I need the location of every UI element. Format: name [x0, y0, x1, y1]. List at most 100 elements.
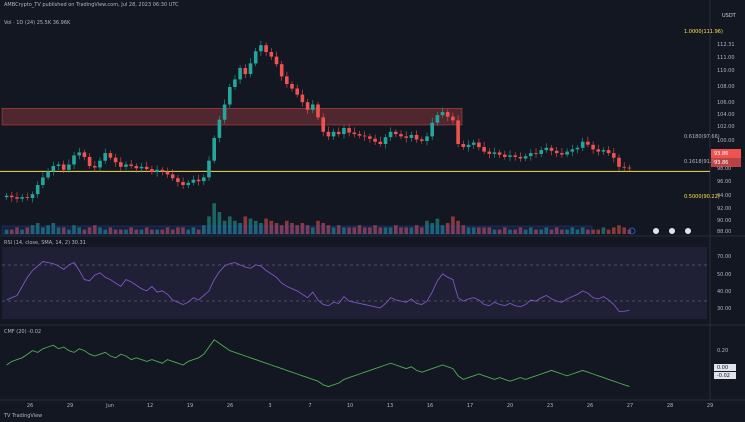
candle[interactable] — [451, 116, 455, 121]
candle[interactable] — [388, 131, 393, 138]
event-marker-icon[interactable] — [653, 228, 659, 234]
candle[interactable] — [456, 120, 460, 144]
candle[interactable] — [228, 87, 232, 105]
candle[interactable] — [124, 164, 128, 167]
candle[interactable] — [601, 150, 606, 152]
candle[interactable] — [295, 88, 299, 95]
candle[interactable] — [67, 164, 71, 170]
event-marker-icon[interactable] — [669, 228, 675, 234]
candle[interactable] — [51, 166, 56, 172]
candle[interactable] — [30, 194, 35, 198]
candle[interactable] — [362, 135, 367, 137]
candle[interactable] — [627, 167, 632, 169]
candle[interactable] — [87, 156, 92, 166]
trading-chart[interactable]: AMBCrypto_TV published on TradingView.co… — [0, 0, 745, 422]
candle[interactable] — [144, 166, 149, 170]
candle[interactable] — [378, 141, 383, 144]
candle[interactable] — [544, 147, 549, 151]
candle[interactable] — [202, 177, 206, 182]
candle[interactable] — [352, 132, 357, 135]
candle[interactable] — [160, 169, 165, 172]
candle[interactable] — [399, 134, 403, 137]
candle[interactable] — [165, 171, 170, 175]
candle[interactable] — [503, 154, 507, 157]
candle[interactable] — [617, 157, 621, 167]
candle[interactable] — [508, 155, 512, 157]
candle[interactable] — [35, 185, 40, 195]
candle[interactable] — [77, 152, 81, 156]
candle[interactable] — [331, 131, 336, 137]
candle[interactable] — [513, 155, 517, 157]
candle[interactable] — [181, 182, 185, 185]
candle[interactable] — [394, 131, 398, 135]
candle[interactable] — [46, 171, 50, 178]
candle[interactable] — [326, 131, 331, 137]
candle[interactable] — [134, 166, 139, 169]
candle[interactable] — [482, 147, 486, 152]
candle[interactable] — [466, 144, 471, 148]
candle[interactable] — [253, 51, 258, 64]
candle[interactable] — [440, 112, 445, 116]
candle[interactable] — [233, 79, 237, 87]
candle[interactable] — [269, 52, 274, 57]
candle[interactable] — [10, 195, 14, 198]
candle[interactable] — [259, 45, 263, 52]
candle[interactable] — [264, 45, 268, 52]
candle[interactable] — [580, 141, 585, 148]
candle[interactable] — [554, 150, 559, 154]
candle[interactable] — [207, 160, 211, 178]
candle[interactable] — [139, 166, 144, 169]
candle[interactable] — [15, 197, 19, 199]
candle[interactable] — [103, 153, 107, 161]
candle[interactable] — [279, 64, 284, 77]
candle[interactable] — [575, 147, 580, 150]
candle[interactable] — [238, 68, 242, 80]
event-marker-icon[interactable] — [685, 228, 691, 234]
candle[interactable] — [20, 197, 24, 199]
candle[interactable] — [222, 104, 227, 120]
candle[interactable] — [321, 117, 325, 132]
candle[interactable] — [82, 152, 87, 157]
candle[interactable] — [72, 155, 76, 165]
candle[interactable] — [539, 150, 543, 154]
candle[interactable] — [316, 104, 320, 118]
candle[interactable] — [622, 166, 626, 168]
candle[interactable] — [404, 136, 408, 138]
candle[interactable] — [243, 68, 248, 75]
candle[interactable] — [170, 174, 175, 179]
candle[interactable] — [383, 137, 388, 144]
candle[interactable] — [191, 179, 196, 183]
candle[interactable] — [606, 150, 611, 154]
candle[interactable] — [25, 197, 30, 198]
candle[interactable] — [98, 160, 102, 168]
candle[interactable] — [461, 144, 466, 147]
candle[interactable] — [56, 164, 61, 167]
candle[interactable] — [518, 156, 523, 159]
candle[interactable] — [492, 152, 497, 154]
candle[interactable] — [113, 157, 118, 163]
candle[interactable] — [285, 76, 289, 84]
candle[interactable] — [155, 169, 159, 173]
candle[interactable] — [409, 134, 414, 138]
candle[interactable] — [497, 152, 502, 155]
candle[interactable] — [471, 142, 476, 145]
candle[interactable] — [93, 166, 97, 168]
candle[interactable] — [435, 115, 440, 123]
candle[interactable] — [425, 136, 429, 141]
candle[interactable] — [4, 195, 9, 198]
candle[interactable] — [274, 56, 279, 65]
candle[interactable] — [41, 177, 45, 185]
candle[interactable] — [248, 63, 253, 74]
candle[interactable] — [373, 138, 377, 142]
candle[interactable] — [61, 164, 66, 170]
candle[interactable] — [217, 119, 222, 138]
candle[interactable] — [529, 153, 533, 157]
candle[interactable] — [368, 136, 372, 139]
candle[interactable] — [565, 151, 569, 155]
candle[interactable] — [487, 151, 492, 154]
candle[interactable] — [108, 153, 113, 158]
candle[interactable] — [612, 153, 616, 158]
candle[interactable] — [347, 128, 351, 133]
candle[interactable] — [445, 112, 450, 117]
resistance-zone[interactable] — [1, 108, 463, 126]
